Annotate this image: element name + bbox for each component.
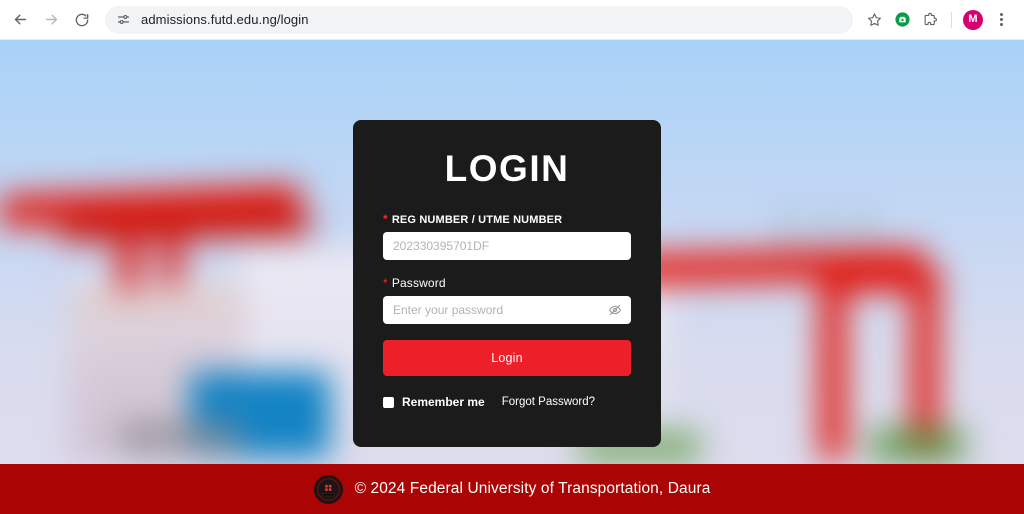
login-options-row: Remember me Forgot Password? bbox=[383, 395, 631, 409]
extension-icon-button[interactable] bbox=[889, 7, 915, 33]
bg-gate-post-left bbox=[820, 270, 846, 460]
reg-number-label: * REG NUMBER / UTME NUMBER bbox=[383, 213, 631, 226]
chrome-menu-button[interactable] bbox=[988, 7, 1014, 33]
bg-vegetation-2 bbox=[870, 428, 965, 462]
avatar: M bbox=[963, 9, 983, 30]
page-title: LOGIN bbox=[444, 148, 570, 189]
bookmark-button[interactable] bbox=[861, 7, 887, 33]
footer-copyright: © 2024 Federal University of Transportat… bbox=[354, 480, 711, 497]
site-settings-icon[interactable] bbox=[113, 10, 133, 30]
reg-number-input-wrap bbox=[383, 232, 631, 260]
address-bar[interactable]: admissions.futd.edu.ng/login bbox=[105, 5, 853, 34]
extensions-button[interactable] bbox=[917, 7, 943, 33]
bg-finial-3 bbox=[861, 210, 868, 254]
site-footer: © 2024 Federal University of Transportat… bbox=[0, 464, 1024, 514]
password-label-text: Password bbox=[391, 276, 446, 290]
reg-number-label-text: REG NUMBER / UTME NUMBER bbox=[391, 214, 563, 226]
toolbar-icons: M bbox=[861, 7, 1014, 33]
password-input[interactable] bbox=[383, 296, 631, 324]
toolbar-divider bbox=[951, 11, 952, 28]
eye-off-icon bbox=[608, 304, 622, 316]
star-icon bbox=[867, 13, 881, 26]
address-bar-url: admissions.futd.edu.ng/login bbox=[141, 12, 309, 27]
reload-button[interactable] bbox=[68, 6, 96, 34]
toggle-password-visibility-button[interactable] bbox=[607, 302, 623, 318]
university-logo-icon bbox=[313, 474, 343, 504]
remember-me-checkbox[interactable] bbox=[383, 396, 394, 408]
green-extension-icon bbox=[894, 12, 910, 27]
puzzle-piece-icon bbox=[924, 12, 937, 25]
bg-foreground-object bbox=[120, 420, 240, 456]
page-viewport: LOGIN * REG NUMBER / UTME NUMBER * Passw… bbox=[0, 40, 1024, 514]
three-dots-icon bbox=[999, 13, 1003, 26]
required-asterisk: * bbox=[383, 212, 388, 226]
profile-button[interactable]: M bbox=[960, 7, 986, 33]
forward-button[interactable] bbox=[37, 6, 65, 34]
remember-me-label[interactable]: Remember me bbox=[402, 395, 485, 409]
bg-finial-2 bbox=[823, 210, 830, 254]
bg-finial-1 bbox=[784, 208, 791, 254]
login-card: LOGIN * REG NUMBER / UTME NUMBER * Passw… bbox=[353, 120, 661, 447]
login-submit-button[interactable]: Login bbox=[383, 340, 631, 376]
browser-window: admissions.futd.edu.ng/login M LOGIN * R… bbox=[0, 0, 1024, 514]
reg-number-input[interactable] bbox=[383, 232, 631, 260]
reload-icon bbox=[75, 13, 89, 26]
back-button[interactable] bbox=[6, 6, 34, 34]
bg-left-building-stripe bbox=[70, 298, 245, 310]
browser-toolbar: admissions.futd.edu.ng/login M bbox=[0, 0, 1024, 40]
back-arrow-icon bbox=[14, 14, 26, 25]
required-asterisk: * bbox=[383, 276, 388, 290]
bg-left-red-post-2 bbox=[162, 230, 182, 286]
forward-arrow-icon bbox=[45, 14, 57, 25]
password-label: * Password bbox=[383, 276, 631, 290]
bg-left-red-post-1 bbox=[118, 228, 140, 290]
forgot-password-link[interactable]: Forgot Password? bbox=[502, 396, 595, 408]
password-input-wrap bbox=[383, 296, 631, 324]
